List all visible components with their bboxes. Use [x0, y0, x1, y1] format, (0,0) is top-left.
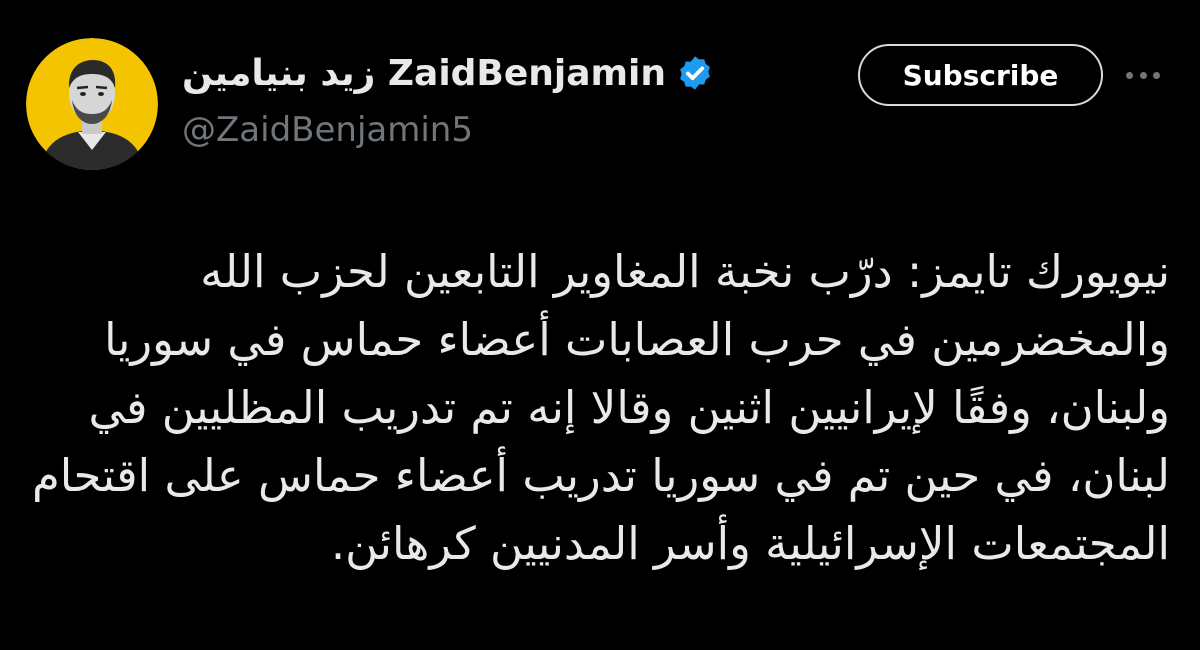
more-dot — [1153, 71, 1160, 79]
more-dot — [1126, 71, 1133, 79]
avatar-portrait-icon — [26, 38, 158, 170]
display-name-row: زيد بنيامين ZaidBenjamin — [182, 50, 822, 96]
tweet-card: زيد بنيامين ZaidBenjamin @ZaidBenjamin5 … — [0, 0, 1200, 650]
subscribe-button[interactable]: Subscribe — [858, 44, 1103, 106]
author-handle[interactable]: @ZaidBenjamin5 — [182, 110, 822, 150]
verified-badge-icon — [680, 56, 710, 90]
more-dot — [1139, 71, 1147, 79]
more-horizontal-icon[interactable] — [1126, 58, 1160, 92]
display-name[interactable]: زيد بنيامين ZaidBenjamin — [182, 53, 666, 94]
author-block: زيد بنيامين ZaidBenjamin @ZaidBenjamin5 — [182, 50, 822, 150]
tweet-text: نيويورك تايمز: درّب نخبة المغاوير التابع… — [31, 245, 1170, 570]
avatar[interactable] — [26, 38, 158, 170]
